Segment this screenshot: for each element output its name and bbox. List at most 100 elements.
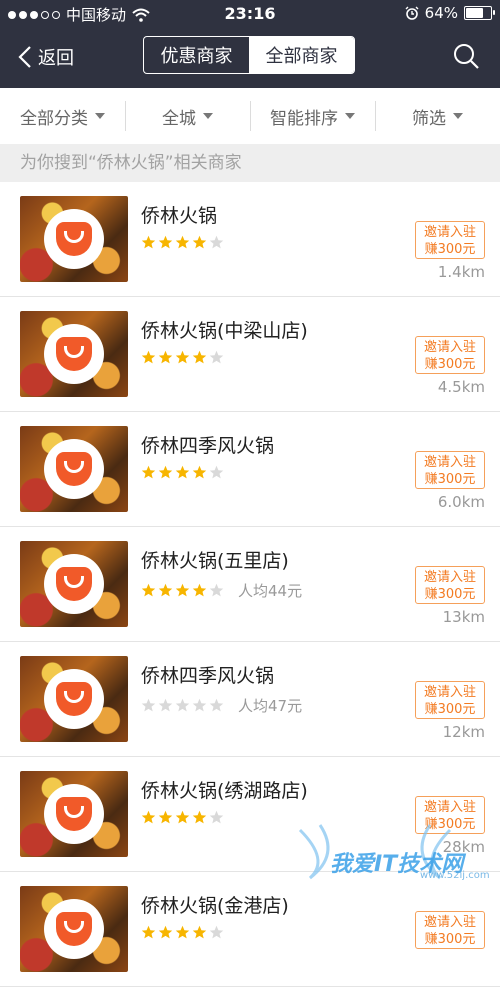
tab-discount-merchants[interactable]: 优惠商家: [144, 37, 249, 73]
invite-reward: 赚300元: [424, 817, 476, 832]
merchant-type-switch: 优惠商家 全部商家: [143, 36, 355, 74]
merchant-distance: 13km: [442, 608, 485, 626]
star-filled-icon: [158, 350, 173, 364]
merchant-logo: [44, 669, 104, 729]
merchant-rating: [141, 235, 238, 250]
filter-more[interactable]: 筛选: [375, 88, 500, 144]
battery-icon: [464, 6, 495, 20]
smile-logo-icon: [56, 452, 92, 486]
merchant-rating: 人均47元: [141, 695, 302, 716]
invite-merchant-button[interactable]: 邀请入驻 赚300元: [415, 221, 485, 259]
filter-bar: 全部分类 全城 智能排序 筛选: [0, 88, 500, 144]
back-label: 返回: [38, 48, 74, 69]
star-filled-icon: [158, 925, 173, 939]
star-filled-icon: [192, 350, 207, 364]
invite-merchant-button[interactable]: 邀请入驻 赚300元: [415, 451, 485, 489]
invite-reward: 赚300元: [424, 357, 476, 372]
star-empty-icon: [209, 350, 224, 364]
smile-logo-icon: [56, 567, 92, 601]
merchant-list-item[interactable]: 侨林火锅(五里店) 人均44元 邀请入驻 赚300元 13km: [0, 527, 500, 642]
star-filled-icon: [175, 583, 190, 597]
alarm-icon: [405, 6, 419, 20]
invite-merchant-button[interactable]: 邀请入驻 赚300元: [415, 336, 485, 374]
star-filled-icon: [192, 810, 207, 824]
star-filled-icon: [175, 465, 190, 479]
star-filled-icon: [141, 810, 156, 824]
merchant-list-item[interactable]: 侨林火锅(金港店) 邀请入驻 赚300元: [0, 872, 500, 987]
merchant-thumbnail: [20, 196, 128, 282]
star-filled-icon: [141, 925, 156, 939]
merchant-thumbnail: [20, 886, 128, 972]
merchant-thumbnail: [20, 311, 128, 397]
tab-all-merchants[interactable]: 全部商家: [249, 37, 354, 73]
star-filled-icon: [141, 235, 156, 249]
smile-logo-icon: [56, 222, 92, 256]
invite-merchant-button[interactable]: 邀请入驻 赚300元: [415, 911, 485, 949]
invite-label: 邀请入驻: [423, 340, 476, 355]
star-filled-icon: [192, 583, 207, 597]
filter-category[interactable]: 全部分类: [0, 88, 125, 144]
filter-label: 全城: [162, 108, 196, 129]
invite-merchant-button[interactable]: 邀请入驻 赚300元: [415, 681, 485, 719]
merchant-list-item[interactable]: 侨林火锅 邀请入驻 赚300元 1.4km: [0, 182, 500, 297]
average-price: 人均44元: [238, 582, 303, 600]
invite-label: 邀请入驻: [423, 915, 476, 930]
invite-label: 邀请入驻: [423, 800, 476, 815]
filter-label: 全部分类: [20, 108, 88, 129]
merchant-name: 侨林火锅: [141, 205, 218, 227]
merchant-thumbnail: [20, 771, 128, 857]
star-filled-icon: [158, 810, 173, 824]
merchant-thumbnail: [20, 656, 128, 742]
merchant-rating: [141, 350, 238, 365]
merchant-distance: 1.4km: [437, 263, 485, 281]
caret-down-icon: [453, 113, 463, 119]
merchant-list-item[interactable]: 侨林四季风火锅 邀请入驻 赚300元 6.0km: [0, 412, 500, 527]
caret-down-icon: [203, 113, 213, 119]
invite-merchant-button[interactable]: 邀请入驻 赚300元: [415, 796, 485, 834]
star-filled-icon: [158, 465, 173, 479]
smile-logo-icon: [56, 797, 92, 831]
merchant-logo: [44, 899, 104, 959]
star-empty-icon: [158, 698, 173, 712]
invite-merchant-button[interactable]: 邀请入驻 赚300元: [415, 566, 485, 604]
star-filled-icon: [141, 350, 156, 364]
merchant-list-item[interactable]: 侨林四季风火锅 人均47元 邀请入驻 赚300元 12km: [0, 642, 500, 757]
merchant-thumbnail: [20, 541, 128, 627]
merchant-logo: [44, 439, 104, 499]
merchant-thumbnail: [20, 426, 128, 512]
merchant-rating: 人均44元: [141, 580, 302, 601]
back-button[interactable]: 返回: [18, 44, 74, 70]
invite-label: 邀请入驻: [423, 685, 476, 700]
merchant-list-item[interactable]: 侨林火锅(中梁山店) 邀请入驻 赚300元 4.5km: [0, 297, 500, 412]
caret-down-icon: [95, 113, 105, 119]
invite-reward: 赚300元: [424, 932, 476, 947]
merchant-rating: [141, 925, 238, 940]
chevron-left-icon: [18, 46, 31, 68]
merchant-name: 侨林火锅(绣湖路店): [141, 780, 308, 802]
smile-logo-icon: [56, 912, 92, 946]
star-empty-icon: [209, 465, 224, 479]
invite-label: 邀请入驻: [423, 225, 476, 240]
merchant-distance: 6.0km: [437, 493, 485, 511]
battery-fill: [466, 8, 483, 18]
star-filled-icon: [175, 235, 190, 249]
status-bar: 中国移动 23:16 64%: [0, 0, 500, 28]
smile-logo-icon: [56, 682, 92, 716]
search-result-hint: 为你搜到“侨林火锅”相关商家: [0, 144, 500, 182]
merchant-logo: [44, 209, 104, 269]
star-filled-icon: [192, 925, 207, 939]
star-filled-icon: [158, 235, 173, 249]
invite-reward: 赚300元: [424, 472, 476, 487]
merchant-name: 侨林四季风火锅: [141, 435, 275, 457]
filter-sort[interactable]: 智能排序: [250, 88, 375, 144]
filter-label: 智能排序: [270, 108, 338, 129]
merchant-rating: [141, 465, 238, 480]
search-icon[interactable]: [452, 42, 480, 70]
top-bar: 中国移动 23:16 64% 返回 优惠商家 全部商家: [0, 0, 500, 88]
star-filled-icon: [175, 925, 190, 939]
star-filled-icon: [141, 465, 156, 479]
average-price: 人均47元: [238, 697, 303, 715]
merchant-logo: [44, 324, 104, 384]
caret-down-icon: [345, 113, 355, 119]
filter-area[interactable]: 全城: [125, 88, 250, 144]
